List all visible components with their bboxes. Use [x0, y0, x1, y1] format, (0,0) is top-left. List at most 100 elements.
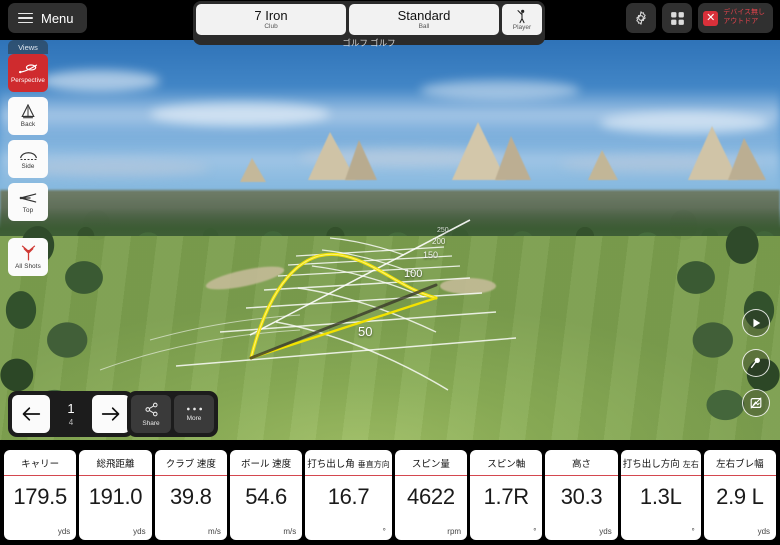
stat-title-text: ボール 速度	[241, 459, 292, 470]
stat-card-launch-angle[interactable]: 打ち出し角 垂直方向 16.7 °	[305, 450, 392, 540]
golf-simulator-app: 50 100 150 200 250 Menu 7 Iron Club Stan…	[0, 0, 780, 545]
stat-unit: yds	[133, 527, 146, 536]
top-right-controls: ✕ デバイス無し アウトドア	[626, 3, 773, 33]
more-button-label: More	[186, 415, 202, 422]
device-status-line1: デバイス無し	[723, 9, 765, 17]
play-icon	[753, 318, 761, 328]
stat-card-club-speed[interactable]: クラブ 速度 39.8 m/s	[154, 450, 227, 540]
views-rail: Views Perspective Back Side Top All Shot…	[8, 40, 48, 281]
capture-button[interactable]	[742, 389, 770, 417]
player-selector[interactable]: Player	[502, 4, 542, 35]
menu-button-label: Menu	[41, 10, 74, 26]
stat-card-ball-speed[interactable]: ボール 速度 54.6 m/s	[229, 450, 303, 540]
stat-title: 総飛距離	[79, 450, 152, 476]
stat-unit: m/s	[283, 527, 297, 536]
stat-value: 39.8	[169, 484, 212, 509]
stat-value: 1.7R	[483, 484, 530, 509]
stat-card-spin-rate[interactable]: スピン量 4622 rpm	[394, 450, 468, 540]
view-item-top[interactable]: Top	[8, 183, 48, 221]
share-button[interactable]: Share	[131, 395, 171, 433]
shot-counter: 1 4	[53, 395, 89, 433]
view-label-back: Back	[20, 121, 36, 128]
view-item-side[interactable]: Side	[8, 140, 48, 178]
more-button[interactable]: More	[174, 395, 214, 433]
stat-title: クラブ 速度	[154, 450, 227, 476]
range-overlay	[99, 219, 517, 391]
ball-selector[interactable]: Standard Ball	[349, 4, 499, 35]
stat-title-sub: 垂直方向	[357, 460, 390, 469]
club-selector[interactable]: 7 Iron Club	[196, 4, 346, 35]
view-item-perspective[interactable]: Perspective	[8, 54, 48, 92]
stat-card-spin-axis[interactable]: スピン軸 1.7R °	[470, 450, 543, 540]
settings-button[interactable]	[626, 3, 657, 33]
apps-grid-button[interactable]	[662, 3, 693, 33]
distance-marker: 150	[423, 250, 439, 260]
driving-range-scene[interactable]: 50 100 150 200 250	[0, 40, 780, 440]
ball-value: Standard	[397, 7, 451, 23]
back-view-icon	[21, 104, 35, 119]
share-icon	[144, 402, 158, 416]
views-title: Views	[8, 40, 48, 54]
views-spacer	[8, 226, 48, 238]
scene-tools	[742, 309, 770, 417]
device-status-badge[interactable]: ✕ デバイス無し アウトドア	[698, 3, 773, 33]
distance-marker: 200	[432, 237, 446, 246]
top-bar: Menu 7 Iron Club Standard Ball Player ゴル…	[0, 0, 780, 48]
stat-card-carry[interactable]: キャリー 179.5 yds	[4, 450, 77, 540]
shot-current: 1	[67, 400, 75, 416]
ball-label: Ball	[418, 22, 430, 30]
stat-card-lateral-deviation[interactable]: 左右ブレ幅 2.9 L yds	[703, 450, 777, 540]
next-shot-button[interactable]	[92, 395, 130, 433]
club-label: Club	[264, 22, 278, 30]
view-label-all-shots: All Shots	[15, 262, 41, 270]
view-label-perspective: Perspective	[11, 76, 45, 84]
stat-title: スピン量	[394, 450, 468, 476]
golfer-icon	[517, 9, 525, 23]
stat-value: 1.3L	[639, 484, 682, 509]
view-item-back[interactable]: Back	[8, 97, 48, 135]
stat-unit: rpm	[447, 527, 462, 536]
distance-marker: 50	[358, 324, 373, 339]
distance-marker: 100	[404, 268, 423, 280]
arrow-left-icon	[22, 407, 41, 421]
stat-value: 4622	[407, 484, 455, 509]
capture-icon	[750, 397, 762, 409]
shot-navigation: 1 4	[8, 391, 134, 437]
stat-unit: yds	[57, 527, 71, 536]
device-status-line2: アウトドア	[723, 18, 759, 25]
stat-card-total-distance[interactable]: 総飛距離 191.0 yds	[79, 450, 152, 540]
stat-title-text: 打ち出し角	[307, 459, 355, 470]
tee-position-button[interactable]	[742, 349, 770, 377]
stat-title-text: キャリー	[21, 459, 60, 470]
distance-marker: 250	[437, 227, 449, 234]
stat-title-text: 総飛距離	[96, 459, 135, 470]
arrow-right-icon	[101, 407, 120, 421]
menu-button[interactable]: Menu	[8, 3, 87, 33]
stat-title-text: スピン軸	[487, 459, 526, 470]
stat-title: 左右ブレ幅	[703, 450, 777, 476]
play-replay-button[interactable]	[742, 309, 770, 337]
previous-shot-button[interactable]	[12, 395, 50, 433]
stat-value: 2.9 L	[716, 484, 764, 509]
stat-unit: °	[691, 527, 695, 536]
device-status-text: デバイス無し アウトドア	[723, 9, 765, 27]
stat-title-text: 高さ	[572, 459, 592, 470]
tee-pin-icon	[750, 357, 760, 369]
stat-title-text: 左右ブレ幅	[716, 459, 764, 470]
share-button-label: Share	[142, 419, 160, 427]
player-label: Player	[512, 23, 532, 31]
stat-title: キャリー	[4, 450, 77, 476]
view-item-all-shots[interactable]: All Shots	[8, 238, 48, 276]
stat-card-launch-direction[interactable]: 打ち出し方向 左右 1.3L °	[620, 450, 701, 540]
stat-title: ボール 速度	[229, 450, 303, 476]
view-label-side: Side	[21, 163, 35, 170]
stat-value: 54.6	[245, 484, 287, 509]
stat-value: 191.0	[88, 484, 143, 509]
stat-unit: °	[382, 527, 386, 536]
stat-title: 高さ	[545, 450, 618, 476]
club-value: 7 Iron	[254, 7, 288, 23]
stat-card-apex-height[interactable]: 高さ 30.3 yds	[545, 450, 618, 540]
stat-unit: yds	[757, 527, 771, 536]
stat-unit: °	[533, 527, 537, 536]
stat-title-text: 打ち出し方向	[622, 459, 680, 470]
